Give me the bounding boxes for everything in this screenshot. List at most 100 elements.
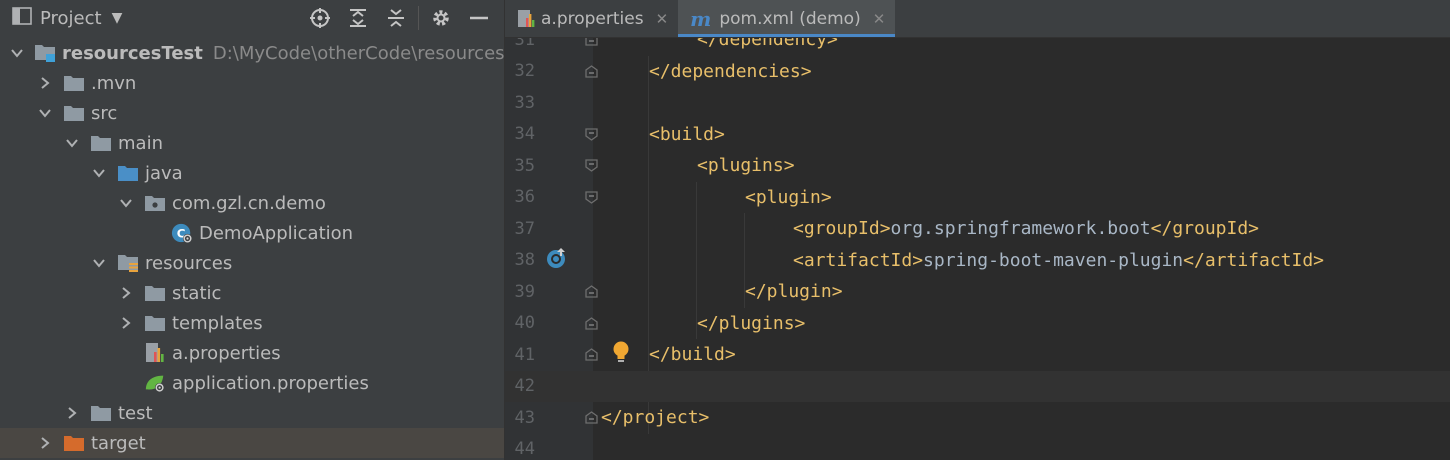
code-line[interactable]: 33 bbox=[505, 87, 1450, 119]
source-folder-icon bbox=[117, 163, 139, 183]
chevron-down-icon[interactable] bbox=[37, 105, 53, 121]
chevron-down-icon[interactable] bbox=[91, 255, 107, 271]
code-line[interactable]: 44 bbox=[505, 434, 1450, 460]
collapse-all-icon[interactable] bbox=[377, 0, 415, 36]
tab-pom-xml[interactable]: m pom.xml (demo) ✕ bbox=[678, 0, 896, 37]
tree-node-src[interactable]: src bbox=[0, 98, 504, 128]
code-line[interactable]: 42 bbox=[505, 370, 1450, 402]
code-line[interactable]: 39 </plugin> bbox=[505, 276, 1450, 308]
lightbulb-icon[interactable] bbox=[611, 340, 631, 369]
tree-node-templates[interactable]: templates bbox=[0, 308, 504, 338]
folder-icon bbox=[144, 313, 166, 333]
project-view-title[interactable]: Project bbox=[40, 8, 102, 29]
code-text: </plugin> bbox=[745, 281, 843, 302]
line-number: 40 bbox=[514, 313, 535, 334]
code-text: </plugins> bbox=[697, 313, 805, 334]
tab-a-properties[interactable]: a.properties ✕ bbox=[505, 0, 678, 37]
fold-end-icon[interactable] bbox=[584, 348, 598, 362]
fold-collapse-icon[interactable] bbox=[584, 190, 598, 204]
code-line[interactable]: 40 </plugins> bbox=[505, 308, 1450, 340]
tree-node-static[interactable]: static bbox=[0, 278, 504, 308]
code-editor[interactable]: 31 </dependency> 32 </dependencies> 33 34 <bui… bbox=[505, 38, 1450, 460]
code-line[interactable]: 36 <plugin> bbox=[505, 182, 1450, 214]
chevron-right-icon[interactable] bbox=[118, 285, 134, 301]
gear-icon[interactable] bbox=[422, 0, 460, 36]
code-line[interactable]: 32 </dependencies> bbox=[505, 56, 1450, 88]
xml-tag: <artifactId> bbox=[793, 249, 924, 271]
code-line[interactable]: 41 </build> bbox=[505, 339, 1450, 371]
code-line[interactable]: 43 </project> bbox=[505, 402, 1450, 434]
xml-tag: <groupId> bbox=[793, 218, 891, 240]
code-text: <groupId>org.springframework.boot</group… bbox=[793, 218, 1259, 239]
project-tree: resourcesTest D:\MyCode\otherCode\resourc… bbox=[0, 38, 504, 458]
chevron-right-icon[interactable] bbox=[37, 435, 53, 451]
code-text: </project> bbox=[601, 407, 709, 428]
chevron-down-icon[interactable] bbox=[10, 45, 24, 61]
line-number: 35 bbox=[514, 155, 535, 176]
close-icon[interactable]: ✕ bbox=[656, 10, 669, 28]
fold-collapse-icon[interactable] bbox=[584, 159, 598, 173]
code-line[interactable]: 38 <artifactId>spring-boot-maven-plugin</… bbox=[505, 245, 1450, 277]
tree-node-target[interactable]: target bbox=[0, 428, 504, 458]
tree-node-label: com.gzl.cn.demo bbox=[172, 192, 326, 214]
code-text: </build> bbox=[649, 344, 736, 365]
tree-node-label: test bbox=[118, 402, 153, 424]
chevron-right-icon[interactable] bbox=[118, 315, 134, 331]
tree-node-main[interactable]: main bbox=[0, 128, 504, 158]
xml-closing-tag: </artifactId> bbox=[1183, 249, 1325, 271]
tree-node-java[interactable]: java bbox=[0, 158, 504, 188]
chevron-down-icon[interactable]: ▼ bbox=[112, 10, 123, 26]
fold-collapse-icon[interactable] bbox=[584, 127, 598, 141]
tree-node--mvn[interactable]: .mvn bbox=[0, 68, 504, 98]
tree-node-test[interactable]: test bbox=[0, 398, 504, 428]
chevron-down-icon[interactable] bbox=[118, 195, 134, 211]
tree-node-demoapplication[interactable]: C DemoApplication bbox=[0, 218, 504, 248]
project-panel-toolbar bbox=[301, 0, 498, 36]
tree-node-resourcestest[interactable]: resourcesTest D:\MyCode\otherCode\resourc… bbox=[0, 38, 504, 68]
xml-tag: <plugins> bbox=[697, 155, 795, 177]
tree-node-com-gzl-cn-demo[interactable]: com.gzl.cn.demo bbox=[0, 188, 504, 218]
code-text: <plugin> bbox=[745, 187, 832, 208]
tree-node-a-properties[interactable]: a.properties bbox=[0, 338, 504, 368]
chevron-right-icon[interactable] bbox=[64, 405, 80, 421]
xml-tag: </dependencies> bbox=[649, 60, 812, 82]
hide-icon[interactable] bbox=[460, 0, 498, 36]
line-number: 34 bbox=[514, 124, 535, 145]
line-number: 43 bbox=[514, 407, 535, 428]
chevron-right-icon[interactable] bbox=[37, 75, 53, 91]
fold-end-icon[interactable] bbox=[584, 64, 598, 78]
fold-end-icon[interactable] bbox=[584, 411, 598, 425]
fold-end-icon[interactable] bbox=[584, 285, 598, 299]
fold-end-icon[interactable] bbox=[584, 38, 598, 47]
code-text: </dependencies> bbox=[649, 61, 812, 82]
code-text: </dependency> bbox=[697, 38, 838, 50]
line-number: 31 bbox=[514, 38, 535, 50]
code-line[interactable]: 34 <build> bbox=[505, 119, 1450, 151]
code-line[interactable]: 35 <plugins> bbox=[505, 150, 1450, 182]
line-number: 36 bbox=[514, 187, 535, 208]
tree-node-label: resourcesTest bbox=[62, 42, 203, 64]
chevron-down-icon[interactable] bbox=[64, 135, 80, 151]
code-line[interactable]: 37 <groupId>org.springframework.boot</gro… bbox=[505, 213, 1450, 245]
tree-node-label: .mvn bbox=[91, 72, 137, 94]
close-icon[interactable]: ✕ bbox=[873, 10, 886, 28]
project-view-icon[interactable] bbox=[12, 6, 32, 30]
folder-icon bbox=[63, 73, 85, 93]
folder-icon bbox=[90, 403, 112, 423]
editor-area: a.properties ✕ m pom.xml (demo) ✕ 31 </de… bbox=[505, 0, 1450, 460]
chevron-down-icon[interactable] bbox=[91, 165, 107, 181]
folder-icon bbox=[144, 283, 166, 303]
tree-node-label: application.properties bbox=[172, 372, 369, 394]
toolbar-divider bbox=[418, 6, 419, 30]
xml-closing-tag: </groupId> bbox=[1150, 218, 1260, 240]
tree-node-resources[interactable]: resources bbox=[0, 248, 504, 278]
locate-icon[interactable] bbox=[301, 0, 339, 36]
expand-all-icon[interactable] bbox=[339, 0, 377, 36]
run-config-icon[interactable] bbox=[545, 246, 569, 275]
xml-tag: </project> bbox=[601, 407, 710, 429]
properties-file-icon bbox=[517, 9, 535, 29]
code-line[interactable]: 31 </dependency> bbox=[505, 38, 1450, 56]
tree-node-application-properties[interactable]: application.properties bbox=[0, 368, 504, 398]
fold-end-icon[interactable] bbox=[584, 316, 598, 330]
tree-node-label: src bbox=[91, 102, 118, 124]
